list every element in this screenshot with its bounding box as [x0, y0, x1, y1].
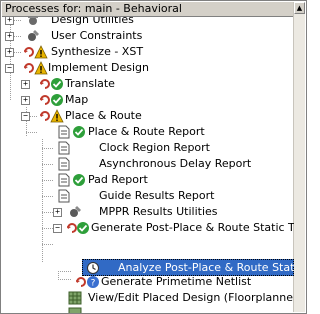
tree-item-label: Guide Results Report	[99, 189, 215, 202]
tree-item-pad-report[interactable]: Pad Report	[2, 172, 294, 188]
document-icon	[58, 157, 70, 171]
gear-wrench-icon	[28, 17, 38, 25]
tree-item-translate[interactable]: + Translate	[2, 76, 294, 92]
collapse-icon[interactable]: −	[5, 64, 14, 73]
tree-item-label: Map	[65, 93, 89, 106]
tree-item-view-edit-placed-design[interactable]: View/Edit Placed Design (Floorplanner)	[2, 290, 294, 306]
tree-item-label: Place & Route Report	[88, 125, 205, 138]
tree-item-label: Design Utilities	[51, 17, 134, 26]
collapse-icon[interactable]: −	[21, 112, 30, 121]
scroll-up-button[interactable]: ▲	[294, 2, 305, 14]
process-tree: + Design Utilities + User Constraints + …	[2, 17, 294, 313]
tree-item-generate-post-par-timing[interactable]: − Generate Post-Place & Route Static Tim…	[2, 220, 294, 236]
check-icon	[77, 222, 89, 234]
tree-item-synthesize[interactable]: + Synthesize - XST	[2, 44, 294, 60]
tree-item-design-utilities[interactable]: + Design Utilities	[2, 17, 294, 28]
expand-icon[interactable]: +	[5, 17, 14, 25]
tree-item-label: Synthesize - XST	[51, 45, 144, 58]
floorplanner-icon	[68, 291, 82, 305]
tree-item-label: Translate	[65, 77, 115, 90]
tree-item-implement-design[interactable]: − Implement Design	[2, 60, 294, 76]
tree-item-generate-primetime-netlist[interactable]: ? Generate Primetime Netlist	[2, 274, 294, 290]
gear-wrench-icon	[28, 30, 39, 41]
tree-item-label: View/Edit Placed Design (Floorplanner)	[88, 291, 294, 304]
warning-icon	[34, 61, 48, 75]
check-icon	[51, 78, 63, 90]
warning-icon	[50, 109, 64, 123]
tree-item-label: Analyze Post-Place & Route Static T	[118, 261, 294, 274]
check-icon	[73, 126, 85, 138]
document-icon	[58, 189, 70, 203]
clock-icon	[87, 262, 99, 274]
tree-item-place-route-report[interactable]: Place & Route Report	[2, 124, 294, 140]
svg-text:?: ?	[91, 279, 96, 289]
vertical-scrollbar[interactable]: ▲	[293, 2, 305, 312]
check-icon	[73, 174, 85, 186]
expand-icon[interactable]: +	[53, 208, 62, 217]
tree-item-mppr-results-utilities[interactable]: + MPPR Results Utilities	[2, 204, 294, 220]
tree-item-label: Generate Post-Place & Route Static Timi	[91, 221, 294, 234]
tree-item-label: Generate Primetime Netlist	[101, 275, 252, 288]
check-icon	[51, 94, 63, 106]
tree-item-label: Clock Region Report	[99, 141, 210, 154]
expand-icon[interactable]: +	[21, 96, 30, 105]
floorplanner-icon	[68, 307, 82, 313]
question-icon: ?	[87, 276, 99, 289]
tree-item-label: MPPR Results Utilities	[99, 205, 218, 218]
processes-panel: Processes for: main - Behavioral ▲ + Des…	[0, 0, 307, 314]
tree-item-map[interactable]: + Map	[2, 92, 294, 108]
tree-item-label: User Constraints	[51, 29, 143, 42]
tree-item-partial[interactable]	[2, 306, 294, 313]
tree-item-place-route[interactable]: − Place & Route	[2, 108, 294, 124]
gear-wrench-icon	[70, 206, 81, 217]
tree-item-label: Implement Design	[48, 61, 150, 74]
tree-item-user-constraints[interactable]: + User Constraints	[2, 28, 294, 44]
document-icon	[58, 125, 70, 139]
tree-item-label: Asynchronous Delay Report	[99, 157, 252, 170]
warning-icon	[34, 45, 48, 59]
document-icon	[58, 173, 70, 187]
tree-item-async-delay-report[interactable]: Asynchronous Delay Report	[2, 156, 294, 172]
collapse-icon[interactable]: −	[53, 224, 62, 233]
tree-item-guide-results-report[interactable]: Guide Results Report	[2, 188, 294, 204]
panel-header: Processes for: main - Behavioral	[2, 2, 295, 17]
expand-icon[interactable]: +	[5, 32, 14, 41]
tree-item-label: Pad Report	[88, 173, 148, 186]
document-icon	[58, 141, 70, 155]
expand-icon[interactable]: +	[5, 48, 14, 57]
expand-icon[interactable]: +	[21, 80, 30, 89]
tree-item-clock-region-report[interactable]: Clock Region Report	[2, 140, 294, 156]
tree-item-label: Place & Route	[65, 109, 142, 122]
